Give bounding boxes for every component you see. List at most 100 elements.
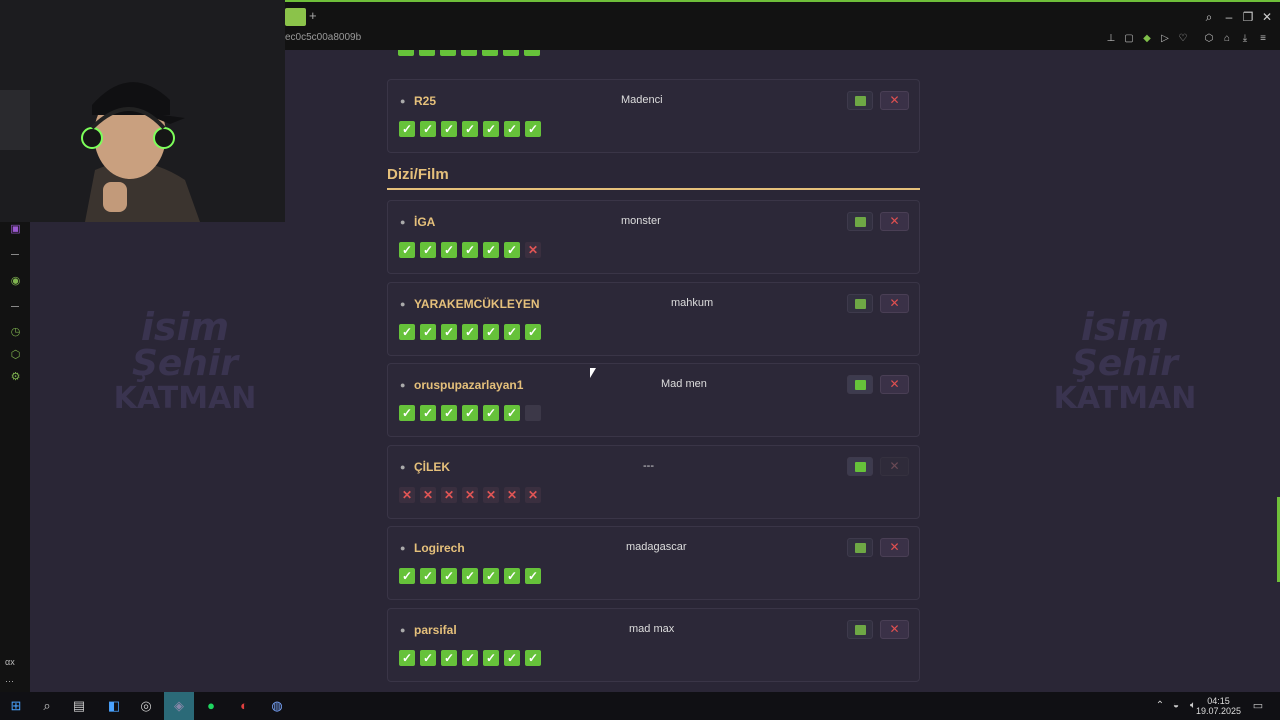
pin-icon[interactable]: ⊥: [1105, 33, 1117, 45]
answer-text: Mad men: [661, 378, 707, 390]
new-tab-button[interactable]: +: [309, 8, 321, 24]
result-boxes: ✓ ✓ ✓ ✓ ✓ ✓ ✕: [399, 242, 541, 258]
result-box: ✓: [504, 323, 520, 340]
search-icon[interactable]: ⌕: [39, 698, 55, 714]
user-icon: ●: [400, 298, 406, 309]
app-icon[interactable]: ◍: [269, 698, 285, 714]
approve-button[interactable]: [847, 212, 873, 231]
settings-icon[interactable]: ⚙: [9, 371, 22, 384]
steam-icon[interactable]: ◒: [1168, 698, 1184, 714]
username: ● parsifal: [400, 622, 457, 637]
result-box: ✓: [504, 649, 520, 666]
reject-button[interactable]: ✕: [880, 538, 909, 557]
player-icon[interactable]: ◉: [9, 275, 22, 288]
check-icon: [855, 624, 866, 635]
username: ● oruspupazarlayan1: [400, 378, 524, 392]
spotify-icon[interactable]: ●: [203, 698, 219, 714]
result-box: ✓: [462, 323, 478, 340]
result-box: ✓: [462, 405, 478, 421]
shield-icon[interactable]: ◆: [1141, 33, 1153, 45]
screenshot-icon[interactable]: ▢: [1123, 33, 1135, 45]
result-box: ✓: [399, 121, 415, 137]
result-box: ✓: [483, 405, 499, 421]
explorer-icon[interactable]: ◧: [106, 698, 122, 714]
reject-button[interactable]: ✕: [880, 619, 909, 639]
result-boxes: ✓ ✓ ✓ ✓ ✓ ✓ ✓: [399, 121, 541, 137]
screen: isim Şehir KATMAN isim Şehir KATMAN ● R25…: [0, 0, 1280, 720]
browser-app-icon[interactable]: ◈: [171, 698, 187, 714]
result-box: ✓: [441, 121, 457, 137]
result-box: ✕: [504, 486, 520, 503]
approve-button[interactable]: [847, 538, 873, 557]
result-box: ✕: [525, 486, 541, 503]
result-box: ✓: [504, 121, 520, 137]
approve-button[interactable]: [847, 293, 873, 313]
user-icon: ●: [400, 380, 406, 390]
heart-icon[interactable]: ♡: [1177, 33, 1189, 45]
clock[interactable]: 04:15 19.07.2025: [1196, 696, 1241, 716]
search-icon[interactable]: ⌕: [1202, 10, 1216, 25]
recorder-icon[interactable]: ◐: [236, 698, 252, 714]
result-box: ✓: [399, 323, 415, 340]
username: ● R25: [400, 94, 437, 108]
divider: [11, 306, 19, 307]
result-box: ✓: [483, 323, 499, 340]
extensions-icon[interactable]: ⬡: [9, 349, 22, 362]
result-boxes: ✓ ✓ ✓ ✓ ✓ ✓ ✓: [399, 568, 541, 584]
previous-card-results: [398, 50, 540, 56]
result-box: ✓: [399, 242, 415, 258]
reject-button[interactable]: ✕: [880, 212, 909, 231]
play-icon[interactable]: ▷: [1159, 33, 1171, 45]
twitch-icon[interactable]: ▣: [9, 223, 22, 236]
result-box: ✓: [462, 121, 478, 137]
approve-button[interactable]: [847, 91, 873, 110]
answer-text: mad max: [629, 622, 675, 635]
result-box: ✓: [420, 323, 436, 340]
result-box: ✓: [420, 242, 436, 258]
extensions-icon[interactable]: ⬡: [1203, 33, 1215, 45]
result-boxes: ✕ ✕ ✕ ✕ ✕ ✕ ✕: [399, 486, 541, 503]
result-box: ✕: [399, 486, 415, 503]
streamer-image: [0, 0, 285, 222]
result-box: ✓: [483, 242, 499, 258]
check-icon: [855, 96, 866, 106]
answer-card: ● parsifal mad max ✓ ✓ ✓ ✓ ✓ ✓ ✓ ✕: [387, 607, 920, 682]
reject-button[interactable]: ✕: [880, 375, 909, 394]
active-tab[interactable]: [285, 8, 306, 26]
reject-button[interactable]: ✕: [880, 91, 909, 110]
watermark-right: isim Şehir KATMAN: [1053, 305, 1197, 416]
reject-button[interactable]: ✕: [880, 456, 909, 476]
approve-button[interactable]: [847, 375, 873, 394]
history-icon[interactable]: ◷: [9, 326, 22, 339]
result-box: ✓: [441, 323, 457, 340]
result-box: ✓: [441, 242, 457, 258]
result-box: ✕: [483, 486, 499, 503]
more-icon[interactable]: ···: [5, 676, 14, 686]
result-box: [525, 405, 541, 421]
result-box: ✓: [399, 405, 415, 421]
obs-icon[interactable]: ◎: [138, 698, 154, 714]
result-box: ✓: [525, 649, 541, 666]
reject-button[interactable]: ✕: [880, 293, 909, 313]
download-icon[interactable]: ⤓: [1239, 33, 1251, 45]
approve-button[interactable]: [847, 456, 873, 476]
approve-button[interactable]: [847, 619, 873, 639]
result-box: ✓: [483, 649, 499, 666]
check-icon: [855, 298, 866, 309]
result-box: ✓: [525, 323, 541, 340]
task-view-icon[interactable]: ▤: [71, 698, 87, 714]
notification-icon[interactable]: ▭: [1250, 698, 1266, 714]
result-boxes: ✓ ✓ ✓ ✓ ✓ ✓: [399, 405, 541, 421]
category-header: Dizi/Film: [387, 166, 920, 190]
result-box: ✓: [525, 568, 541, 584]
profile-icon[interactable]: ⌂: [1221, 33, 1233, 45]
windows-taskbar: ⊞ ⌕ ▤ ◧ ◎ ◈ ● ◐ ◍ ⌃ ◒ 🔈︎ 04:15 19.07.202…: [0, 692, 1280, 720]
result-box: ✓: [483, 568, 499, 584]
chevron-up-icon[interactable]: ⌃: [1152, 698, 1168, 714]
restore-icon[interactable]: ❐: [1241, 10, 1255, 24]
address-bar[interactable]: ec0c5c00a8009b: [285, 32, 361, 43]
windows-start-icon[interactable]: ⊞: [8, 698, 24, 714]
minimize-icon[interactable]: –: [1222, 10, 1236, 24]
close-icon[interactable]: ✕: [1260, 10, 1274, 24]
menu-icon[interactable]: ≡: [1257, 33, 1269, 45]
